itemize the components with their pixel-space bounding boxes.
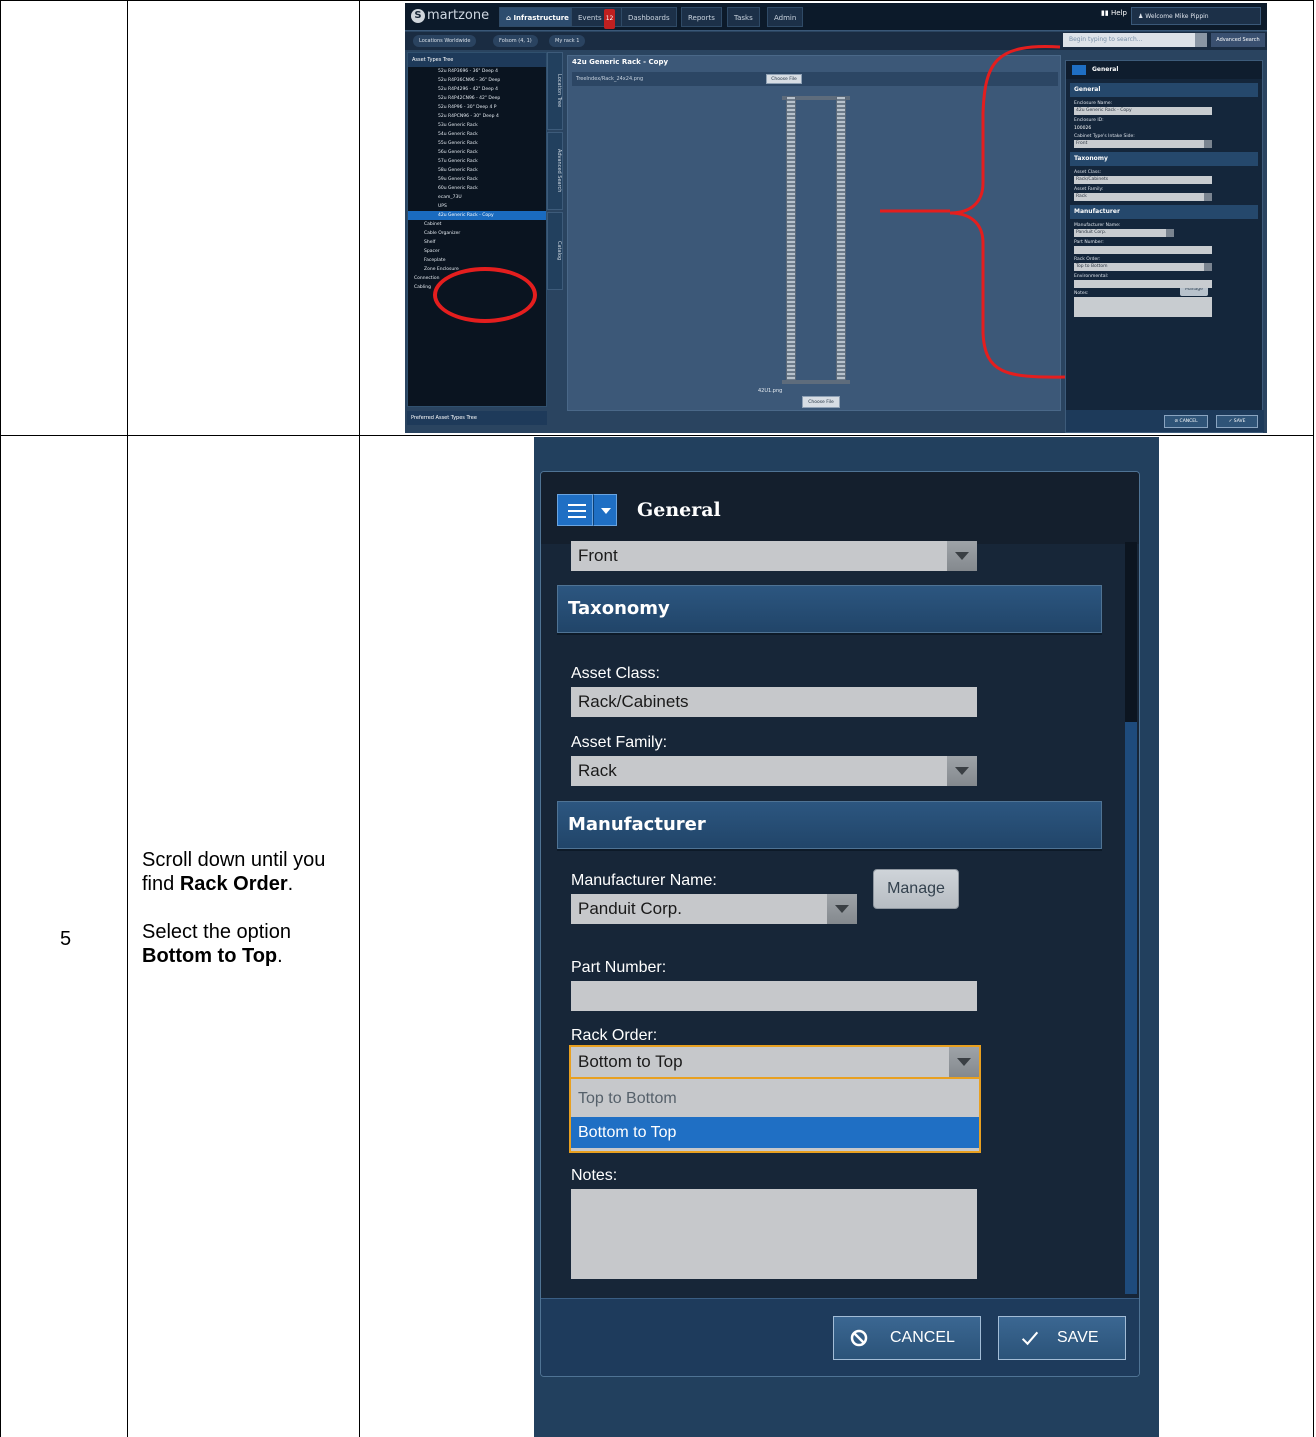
save-button[interactable]: SAVE	[998, 1316, 1126, 1360]
manufacturer-name-label: Manufacturer Name:	[571, 872, 717, 889]
notes-field[interactable]	[571, 1189, 977, 1279]
table-border-top	[0, 0, 1314, 1]
chevron-down-icon[interactable]	[593, 494, 617, 526]
panel-title: General	[637, 499, 721, 521]
annotation-brace-path	[949, 45, 1066, 379]
general-panel: General Front Taxonomy Asset Class: Rack…	[540, 471, 1140, 1377]
panel-footer: CANCEL SAVE	[541, 1298, 1139, 1376]
select-value: Rack	[578, 761, 617, 780]
check-icon	[1021, 1331, 1039, 1346]
manage-button[interactable]: Manage	[873, 869, 959, 909]
rack-order-dropdown-list: Top to Bottom Bottom to Top	[569, 1079, 981, 1153]
part-number-field[interactable]	[571, 981, 977, 1011]
table-row-divider	[0, 435, 1314, 436]
section-manufacturer: Manufacturer	[557, 801, 1102, 849]
asset-family-select[interactable]: Rack	[571, 756, 977, 786]
part-number-label: Part Number:	[571, 959, 667, 976]
table-border-left	[0, 0, 1, 1437]
asset-class-field: Rack/Cabinets	[571, 687, 977, 717]
list-icon	[568, 516, 586, 518]
option-top-to-bottom[interactable]: Top to Bottom	[571, 1083, 979, 1114]
step-number: 5	[60, 928, 72, 950]
section-taxonomy: Taxonomy	[557, 585, 1102, 633]
select-value: Panduit Corp.	[578, 899, 682, 918]
asset-family-label: Asset Family:	[571, 734, 668, 751]
cancel-icon	[850, 1329, 868, 1347]
instruction-paragraph-1: Scroll down until you find Rack Order.	[142, 848, 352, 896]
chevron-down-icon	[949, 1047, 979, 1077]
asset-class-label: Asset Class:	[571, 665, 660, 682]
instruction-text: .	[277, 945, 283, 967]
step-instructions: Scroll down until you find Rack Order. S…	[142, 848, 352, 992]
button-label: SAVE	[1057, 1329, 1099, 1346]
table-col-divider-1	[127, 0, 128, 1437]
annotation-brace	[880, 45, 1066, 379]
notes-label: Notes:	[571, 1167, 618, 1184]
list-icon	[568, 510, 586, 512]
instruction-paragraph-2: Select the option Bottom to Top.	[142, 920, 352, 968]
select-value: Front	[578, 546, 618, 565]
intake-side-select[interactable]: Front	[571, 541, 977, 571]
list-icon	[568, 504, 586, 506]
rack-order-select[interactable]: Bottom to Top	[569, 1045, 981, 1079]
instruction-bold-bottom-to-top: Bottom to Top	[142, 945, 278, 967]
rack-order-label: Rack Order:	[571, 1027, 658, 1044]
instruction-text: Select the option	[142, 921, 291, 943]
chevron-down-icon	[947, 541, 977, 571]
chevron-down-icon	[827, 894, 857, 924]
table-border-right	[1313, 0, 1314, 1437]
button-label: CANCEL	[890, 1329, 955, 1346]
cancel-button[interactable]: CANCEL	[833, 1316, 981, 1360]
scrollbar-thumb[interactable]	[1125, 722, 1137, 1294]
overview-screenshot: Smartzone ⌂ Infrastructure Events 12 Dash…	[405, 3, 1267, 433]
select-value: Bottom to Top	[578, 1052, 683, 1071]
list-menu-button[interactable]	[557, 494, 593, 526]
instruction-bold-rack-order: Rack Order	[179, 873, 288, 895]
manufacturer-name-select[interactable]: Panduit Corp.	[571, 894, 857, 924]
zoomed-general-panel-screenshot: General Front Taxonomy Asset Class: Rack…	[534, 437, 1159, 1437]
table-col-divider-2	[359, 0, 360, 1437]
panel-header: General	[541, 472, 1139, 544]
chevron-down-icon	[947, 756, 977, 786]
instruction-text: .	[287, 873, 294, 895]
option-bottom-to-top[interactable]: Bottom to Top	[571, 1117, 979, 1148]
